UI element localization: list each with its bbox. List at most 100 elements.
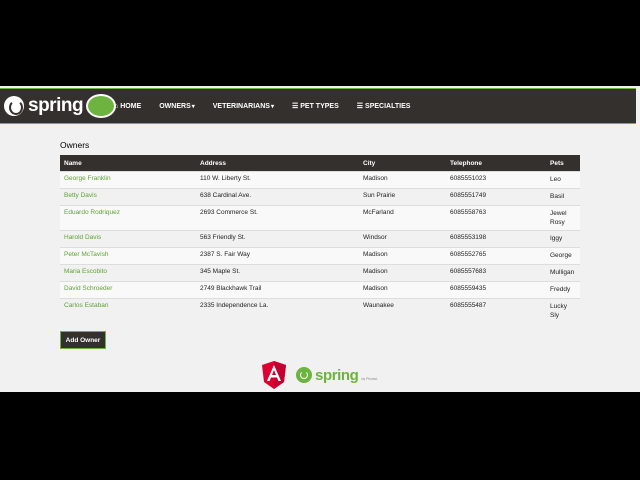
telephone-cell: 6085558763 xyxy=(446,205,546,231)
city-cell: Sun Prairie xyxy=(359,188,446,206)
telephone-cell: 6085555487 xyxy=(446,298,546,323)
address-cell: 563 Friendly St. xyxy=(196,230,359,248)
owner-name-link[interactable]: Maria Escobito xyxy=(64,268,107,275)
owner-name-link[interactable]: Harold Davis xyxy=(64,234,101,241)
address-cell: 638 Cardinal Ave. xyxy=(196,188,359,206)
owner-name-link[interactable]: Eduardo Rodriquez xyxy=(64,209,120,216)
owner-name-link[interactable]: Peter McTavish xyxy=(64,251,108,258)
city-cell: Madison xyxy=(359,264,446,282)
owner-name-cell: George Franklin xyxy=(60,171,196,189)
caret-down-icon: ▾ xyxy=(191,103,195,110)
city-cell: Madison xyxy=(359,281,446,299)
telephone-cell: 6085552765 xyxy=(446,247,546,265)
telephone-cell: 6085551023 xyxy=(446,171,546,189)
owner-name-link[interactable]: George Franklin xyxy=(64,175,111,182)
table-row: Eduardo Rodriquez 2693 Commerce St. McFarl… xyxy=(60,205,580,231)
table-row: Betty Davis 638 Cardinal Ave. Sun Prairie 6… xyxy=(60,188,580,206)
table-row: Harold Davis 563 Friendly St. Windsor 60855… xyxy=(60,230,580,248)
spring-footer-logo: spring by Pivotal. xyxy=(296,367,378,384)
list-icon: ☰ xyxy=(356,103,364,110)
nav-item-label: Pet Types xyxy=(300,102,339,110)
pets-cell: Basil xyxy=(546,188,580,206)
pet-name: Sly xyxy=(550,312,560,319)
nav-item-owners[interactable]: Owners ▾ xyxy=(159,103,195,110)
nav-item-specialties[interactable]: ☰ Specialties xyxy=(356,102,411,111)
owner-name-cell: David Schroeder xyxy=(60,281,196,299)
angular-icon xyxy=(262,361,286,389)
spring-logo[interactable]: spring xyxy=(4,93,117,119)
column-header-pets: Pets xyxy=(546,155,580,172)
pets-cell: Freddy xyxy=(546,281,580,299)
column-header-telephone: Telephone xyxy=(446,155,546,172)
pets-cell: Mulligan xyxy=(546,264,580,282)
spring-leaf-icon xyxy=(296,367,312,383)
pet-name: Freddy xyxy=(550,286,571,293)
owner-name-cell: Carlos Estaban xyxy=(60,298,196,323)
telephone-cell: 6085553198 xyxy=(446,230,546,248)
owner-name-link[interactable]: Betty Davis xyxy=(64,192,97,199)
nav-item-label: Veterinarians xyxy=(212,102,270,110)
pet-name: Mulligan xyxy=(550,269,575,276)
pets-cell: George xyxy=(546,247,580,265)
pets-cell: Leo xyxy=(546,171,580,189)
table-row: George Franklin 110 W. Liberty St. Madison… xyxy=(60,171,580,189)
pet-name: Iggy xyxy=(550,235,563,242)
home-icon: ⌂ xyxy=(114,102,119,110)
navbar: spring ⌂ Home Owners ▾ Veterinarians ▾ ☰ Pet Ty… xyxy=(0,88,636,124)
pets-cell: Jewel Rosy xyxy=(546,205,580,231)
table-row: Maria Escobito 345 Maple St. Madison 608555… xyxy=(60,264,580,282)
nav-item-home[interactable]: ⌂ Home xyxy=(114,103,141,110)
telephone-cell: 6085551749 xyxy=(446,188,546,206)
owner-name-cell: Eduardo Rodriquez xyxy=(60,205,196,231)
spring-leaf-icon xyxy=(86,94,117,118)
city-cell: Madison xyxy=(359,247,446,265)
table-row: Peter McTavish 2387 S. Fair Way Madison 608… xyxy=(60,247,580,265)
address-cell: 345 Maple St. xyxy=(196,264,359,282)
spring-power-icon xyxy=(4,96,24,116)
owner-name-link[interactable]: Carlos Estaban xyxy=(64,302,108,309)
add-owner-button[interactable]: Add Owner xyxy=(60,331,106,349)
column-header-name: Name xyxy=(60,155,196,172)
address-cell: 2387 S. Fair Way xyxy=(196,247,359,265)
city-cell: McFarland xyxy=(359,205,446,231)
pivotal-text: by Pivotal. xyxy=(361,377,378,381)
table-header-row: Name Address City Telephone Pets xyxy=(60,155,580,172)
owner-name-cell: Maria Escobito xyxy=(60,264,196,282)
city-cell: Windsor xyxy=(359,230,446,248)
nav-item-label: Home xyxy=(120,102,142,110)
nav-item-label: Specialties xyxy=(365,102,411,110)
pet-name: George xyxy=(550,252,572,259)
city-cell: Madison xyxy=(359,171,446,189)
city-cell: Waunakee xyxy=(359,298,446,323)
address-cell: 2749 Blackhawk Trail xyxy=(196,281,359,299)
telephone-cell: 6085559435 xyxy=(446,281,546,299)
pet-name: Jewel xyxy=(550,210,567,217)
telephone-cell: 6085557683 xyxy=(446,264,546,282)
address-cell: 110 W. Liberty St. xyxy=(196,171,359,189)
owner-name-cell: Betty Davis xyxy=(60,188,196,206)
main-nav: ⌂ Home Owners ▾ Veterinarians ▾ ☰ Pet Types ☰ Spe… xyxy=(114,89,428,123)
table-row: Carlos Estaban 2335 Independence La. Wauna… xyxy=(60,298,580,323)
list-icon: ☰ xyxy=(291,103,299,110)
address-cell: 2335 Independence La. xyxy=(196,298,359,323)
pet-name: Basil xyxy=(550,193,565,200)
nav-item-veterinarians[interactable]: Veterinarians ▾ xyxy=(213,103,274,110)
pets-cell: Lucky Sly xyxy=(546,298,580,323)
pet-name: Rosy xyxy=(550,219,565,226)
footer-logos: spring by Pivotal. xyxy=(262,361,378,389)
table-body: George Franklin 110 W. Liberty St. Madison… xyxy=(60,171,580,323)
page-title: Owners xyxy=(60,140,90,150)
owner-name-link[interactable]: David Schroeder xyxy=(64,285,112,292)
spring-footer-text: spring xyxy=(315,366,359,384)
owner-name-cell: Peter McTavish xyxy=(60,247,196,265)
caret-down-icon: ▾ xyxy=(270,103,274,110)
nav-item-label: Owners xyxy=(159,102,191,110)
app-window: spring ⌂ Home Owners ▾ Veterinarians ▾ ☰ Pet Ty… xyxy=(0,86,640,392)
owners-table: Name Address City Telephone Pets George Fran… xyxy=(60,155,580,323)
nav-item-pet-types[interactable]: ☰ Pet Types xyxy=(291,102,339,111)
pet-name: Leo xyxy=(550,176,561,183)
column-header-city: City xyxy=(359,155,446,172)
logo-text: spring xyxy=(28,95,84,116)
table-row: David Schroeder 2749 Blackhawk Trail Madis… xyxy=(60,281,580,299)
address-cell: 2693 Commerce St. xyxy=(196,205,359,231)
